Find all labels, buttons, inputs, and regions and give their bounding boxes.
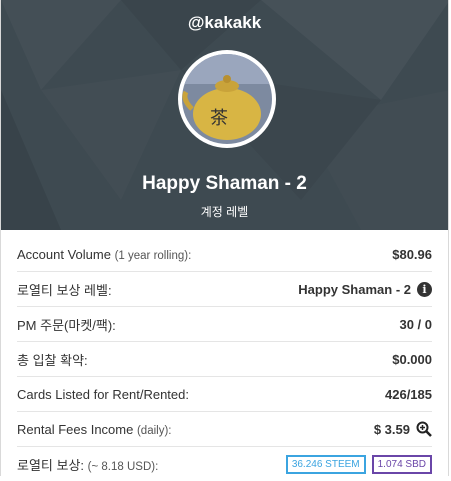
stat-row-account-volume: Account Volume (1 year rolling): $80.96 (17, 237, 432, 272)
profile-header: @kakakk 茶 Happy Shaman - 2 계정 레벨 (1, 0, 448, 230)
stat-row-loyalty-level: 로열티 보상 레벨: Happy Shaman - 2 i (17, 272, 432, 307)
stat-value: $80.96 (392, 246, 432, 262)
profile-card: @kakakk 茶 Happy Shaman - 2 계정 레벨 Account… (0, 0, 449, 476)
avatar[interactable]: 茶 (178, 50, 276, 148)
stat-value: Happy Shaman - 2 (298, 281, 411, 297)
info-icon[interactable]: i (417, 281, 432, 297)
stat-sublabel: (daily): (136, 424, 172, 437)
stat-label: 로열티 보상 레벨: (17, 282, 112, 298)
stat-value: 426/185 (385, 386, 432, 402)
stat-label: PM 주문(마켓/팩): (17, 317, 116, 333)
stat-value: $0.000 (392, 351, 432, 367)
stat-label: 총 입찰 확약: (17, 352, 88, 368)
zoom-in-icon[interactable] (416, 421, 432, 437)
username: @kakakk (187, 13, 262, 32)
stat-row-total-bids: 총 입찰 확약: $0.000 (17, 342, 432, 377)
stat-row-rental-income: Rental Fees Income (daily): $ 3.59 (17, 412, 432, 447)
stat-sublabel: (~ 8.18 USD): (87, 460, 159, 473)
stat-row-pm-orders: PM 주문(마켓/팩): 30 / 0 (17, 307, 432, 342)
stat-label: Account Volume (17, 246, 111, 262)
stat-value: $ 3.59 (373, 421, 410, 437)
stats-list: Account Volume (1 year rolling): $80.96 … (1, 237, 448, 481)
stat-row-cards-rent: Cards Listed for Rent/Rented: 426/185 (17, 377, 432, 412)
teapot-avatar-image: 茶 (182, 54, 272, 144)
account-level-label: 계정 레벨 (200, 205, 249, 219)
account-level-name: Happy Shaman - 2 (142, 173, 307, 194)
svg-text:茶: 茶 (210, 108, 228, 129)
stat-label: Cards Listed for Rent/Rented: (17, 386, 189, 402)
stat-value: 30 / 0 (399, 316, 432, 332)
stat-label: 로열티 보상: (17, 457, 85, 473)
stat-sublabel: (1 year rolling): (114, 249, 192, 262)
steem-reward-badge: 36.246 STEEM (285, 454, 366, 474)
stat-label: Rental Fees Income (17, 421, 134, 437)
sbd-reward-badge: 1.074 SBD (371, 454, 432, 474)
